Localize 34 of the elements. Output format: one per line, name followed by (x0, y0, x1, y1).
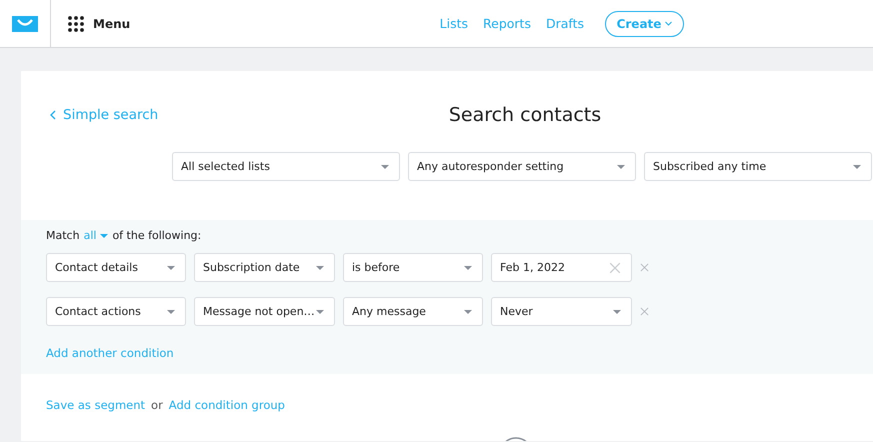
caret-icon (381, 164, 389, 168)
chevron-left-icon (50, 110, 56, 120)
caret-icon (464, 266, 472, 270)
menu-button[interactable]: Menu (68, 16, 130, 32)
date-field[interactable]: Feb 1, 2022 (491, 253, 632, 282)
close-icon[interactable] (640, 307, 649, 316)
caret-icon (316, 310, 324, 314)
condition-dropdown[interactable]: Message not open… (194, 297, 335, 326)
close-icon[interactable] (640, 263, 649, 272)
caret-icon (613, 310, 621, 314)
match-suffix: of the following: (112, 229, 202, 242)
or-text: or (151, 398, 163, 412)
close-icon[interactable] (609, 262, 621, 274)
envelope-logo-icon[interactable] (12, 16, 38, 32)
filter-dropdown[interactable]: Any autoresponder setting (408, 152, 636, 181)
caret-icon (316, 266, 324, 270)
condition-dropdown[interactable]: Contact actions (46, 297, 186, 326)
condition-dropdown[interactable]: Never (491, 297, 632, 326)
condition-dropdown[interactable]: Subscription date (194, 253, 335, 282)
condition-dropdown[interactable]: Contact details (46, 253, 186, 282)
caret-icon (853, 164, 861, 168)
caret-icon (167, 310, 175, 314)
filter-dropdown[interactable]: Subscribed any time (644, 152, 872, 181)
condition-dropdown[interactable]: Any message (343, 297, 483, 326)
caret-icon (464, 310, 472, 314)
caret-icon (617, 164, 625, 168)
caret-icon (100, 234, 108, 238)
filter-dropdown[interactable]: All selected lists (172, 152, 400, 181)
chevron-down-icon (665, 21, 672, 26)
condition-dropdown[interactable]: is before (343, 253, 483, 282)
caret-icon (167, 266, 175, 270)
grid-dots-icon (68, 16, 84, 32)
match-label: Match (46, 229, 80, 242)
page-title: Search contacts (448, 104, 602, 126)
